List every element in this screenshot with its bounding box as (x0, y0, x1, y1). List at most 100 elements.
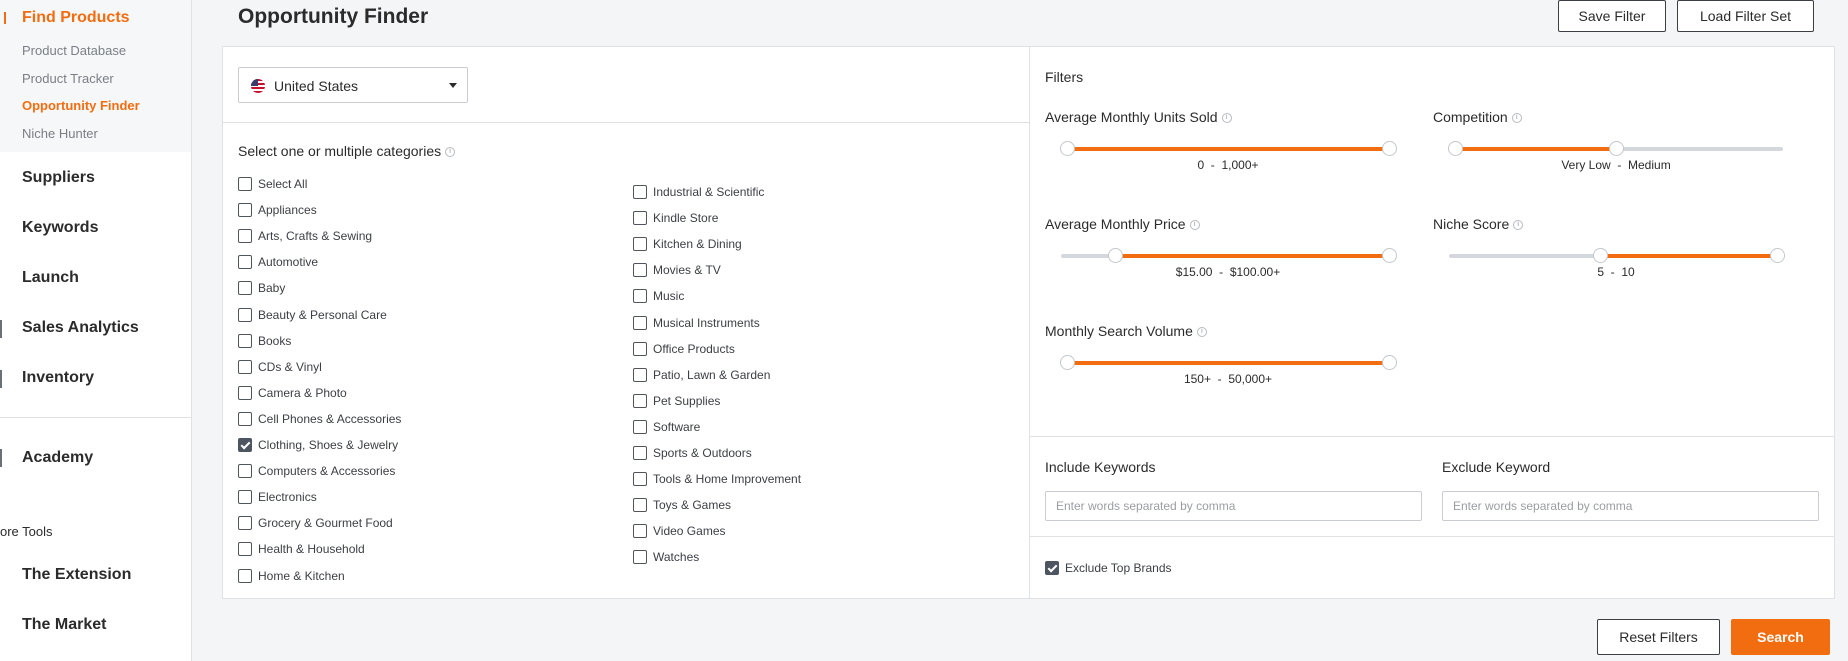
checkbox-icon[interactable] (238, 464, 252, 479)
checkbox-icon[interactable] (238, 177, 252, 191)
reset-filters-button[interactable]: Reset Filters (1597, 619, 1720, 655)
checkbox-icon[interactable] (238, 438, 252, 452)
nav-the-extension[interactable]: The Extension (22, 566, 131, 584)
checkbox-icon[interactable] (238, 516, 252, 531)
checkbox-icon[interactable] (633, 315, 647, 330)
checkbox-icon[interactable] (633, 367, 647, 382)
nav-launch[interactable]: Launch (22, 269, 79, 287)
checkbox-icon[interactable] (1045, 561, 1059, 575)
checkbox-icon[interactable] (633, 550, 647, 565)
competition-max-handle[interactable] (1609, 141, 1624, 156)
category-checkbox-item[interactable]: Electronics (238, 489, 317, 505)
niche-score-slider[interactable] (1449, 248, 1785, 263)
checkbox-icon[interactable] (633, 185, 647, 199)
checkbox-icon[interactable] (633, 341, 647, 356)
category-checkbox-item[interactable]: Industrial & Scientific (633, 184, 764, 200)
exclude-top-brands-checkbox[interactable]: Exclude Top Brands (1045, 560, 1172, 576)
checkbox-icon[interactable] (238, 542, 252, 557)
search-volume-slider[interactable] (1060, 355, 1397, 370)
category-checkbox-item[interactable]: Sports & Outdoors (633, 445, 752, 461)
category-checkbox-item[interactable]: Kindle Store (633, 210, 718, 226)
nav-inventory[interactable]: Inventory (22, 369, 94, 387)
category-checkbox-item[interactable]: Automotive (238, 254, 318, 270)
competition-slider[interactable] (1448, 141, 1783, 156)
checkbox-icon[interactable] (238, 255, 252, 270)
nav-the-market[interactable]: The Market (22, 616, 106, 634)
checkbox-icon[interactable] (633, 498, 647, 513)
category-checkbox-item[interactable]: Pet Supplies (633, 393, 720, 409)
search-volume-max-handle[interactable] (1382, 355, 1397, 370)
category-checkbox-item[interactable]: Clothing, Shoes & Jewelry (238, 437, 398, 453)
divider (1030, 536, 1834, 537)
checkbox-icon[interactable] (633, 446, 647, 460)
category-checkbox-item[interactable]: Home & Kitchen (238, 568, 345, 584)
nav-sales-analytics[interactable]: Sales Analytics (22, 319, 139, 337)
niche-score-max-handle[interactable] (1770, 248, 1785, 263)
load-filter-set-button[interactable]: Load Filter Set (1677, 0, 1814, 32)
category-checkbox-item[interactable]: Toys & Games (633, 497, 731, 513)
checkbox-icon[interactable] (633, 524, 647, 539)
checkbox-icon[interactable] (633, 237, 647, 252)
include-keywords-input[interactable] (1045, 491, 1422, 521)
nav-academy[interactable]: Academy (22, 449, 93, 467)
category-checkbox-item[interactable]: Cell Phones & Accessories (238, 411, 401, 427)
category-checkbox-item[interactable]: Computers & Accessories (238, 463, 395, 479)
category-checkbox-item[interactable]: Books (238, 333, 291, 349)
monthly-price-slider[interactable] (1061, 248, 1397, 263)
category-checkbox-item[interactable]: Baby (238, 280, 285, 296)
units-sold-max-handle[interactable] (1382, 141, 1397, 156)
nav-product-tracker[interactable]: Product Tracker (22, 71, 114, 86)
checkbox-icon[interactable] (633, 472, 647, 487)
checkbox-icon[interactable] (238, 490, 252, 505)
units-sold-min-handle[interactable] (1060, 141, 1075, 156)
checkbox-icon[interactable] (238, 359, 252, 374)
nav-keywords[interactable]: Keywords (22, 219, 98, 237)
category-checkbox-item[interactable]: CDs & Vinyl (238, 359, 322, 375)
checkbox-icon[interactable] (633, 393, 647, 408)
category-checkbox-item[interactable]: Tools & Home Improvement (633, 471, 801, 487)
category-checkbox-item[interactable]: Grocery & Gourmet Food (238, 515, 393, 531)
category-checkbox-item[interactable]: Beauty & Personal Care (238, 307, 387, 323)
niche-score-min-handle[interactable] (1592, 248, 1608, 263)
nav-opportunity-finder[interactable]: Opportunity Finder (22, 98, 140, 113)
checkbox-icon[interactable] (238, 385, 252, 400)
checkbox-icon[interactable] (633, 419, 647, 434)
save-filter-button[interactable]: Save Filter (1558, 0, 1666, 32)
checkbox-icon[interactable] (633, 211, 647, 226)
category-checkbox-item[interactable]: Camera & Photo (238, 385, 347, 401)
category-checkbox-item[interactable]: Video Games (633, 523, 726, 539)
checkbox-icon[interactable] (633, 289, 647, 304)
checkbox-icon[interactable] (238, 333, 252, 348)
checkbox-icon[interactable] (238, 411, 252, 426)
monthly-price-max-handle[interactable] (1382, 248, 1397, 263)
checkbox-icon[interactable] (238, 568, 252, 583)
checkbox-icon[interactable] (633, 263, 647, 278)
checkbox-icon[interactable] (238, 203, 252, 218)
category-checkbox-item[interactable]: Health & Household (238, 541, 365, 557)
category-checkbox-item[interactable]: Movies & TV (633, 262, 721, 278)
nav-find-products[interactable]: Find Products (22, 9, 130, 27)
category-checkbox-item[interactable]: Office Products (633, 341, 735, 357)
category-checkbox-item[interactable]: Select All (238, 176, 307, 192)
checkbox-icon[interactable] (238, 307, 252, 322)
category-checkbox-item[interactable]: Watches (633, 549, 699, 565)
units-sold-slider[interactable] (1060, 141, 1397, 156)
nav-product-database[interactable]: Product Database (22, 43, 126, 58)
checkbox-icon[interactable] (238, 281, 252, 296)
category-checkbox-item[interactable]: Patio, Lawn & Garden (633, 367, 770, 383)
checkbox-icon[interactable] (238, 229, 252, 244)
category-checkbox-item[interactable]: Musical Instruments (633, 315, 760, 331)
search-volume-min-handle[interactable] (1060, 355, 1075, 370)
country-select[interactable]: United States (238, 67, 468, 103)
competition-min-handle[interactable] (1448, 141, 1463, 156)
category-checkbox-item[interactable]: Kitchen & Dining (633, 236, 742, 252)
search-button[interactable]: Search (1731, 619, 1830, 655)
exclude-keyword-input[interactable] (1442, 491, 1819, 521)
category-checkbox-item[interactable]: Appliances (238, 202, 317, 218)
nav-niche-hunter[interactable]: Niche Hunter (22, 126, 98, 141)
category-checkbox-item[interactable]: Arts, Crafts & Sewing (238, 228, 372, 244)
category-checkbox-item[interactable]: Music (633, 288, 684, 304)
monthly-price-min-handle[interactable] (1108, 248, 1124, 263)
category-checkbox-item[interactable]: Software (633, 419, 700, 435)
nav-suppliers[interactable]: Suppliers (22, 169, 95, 187)
